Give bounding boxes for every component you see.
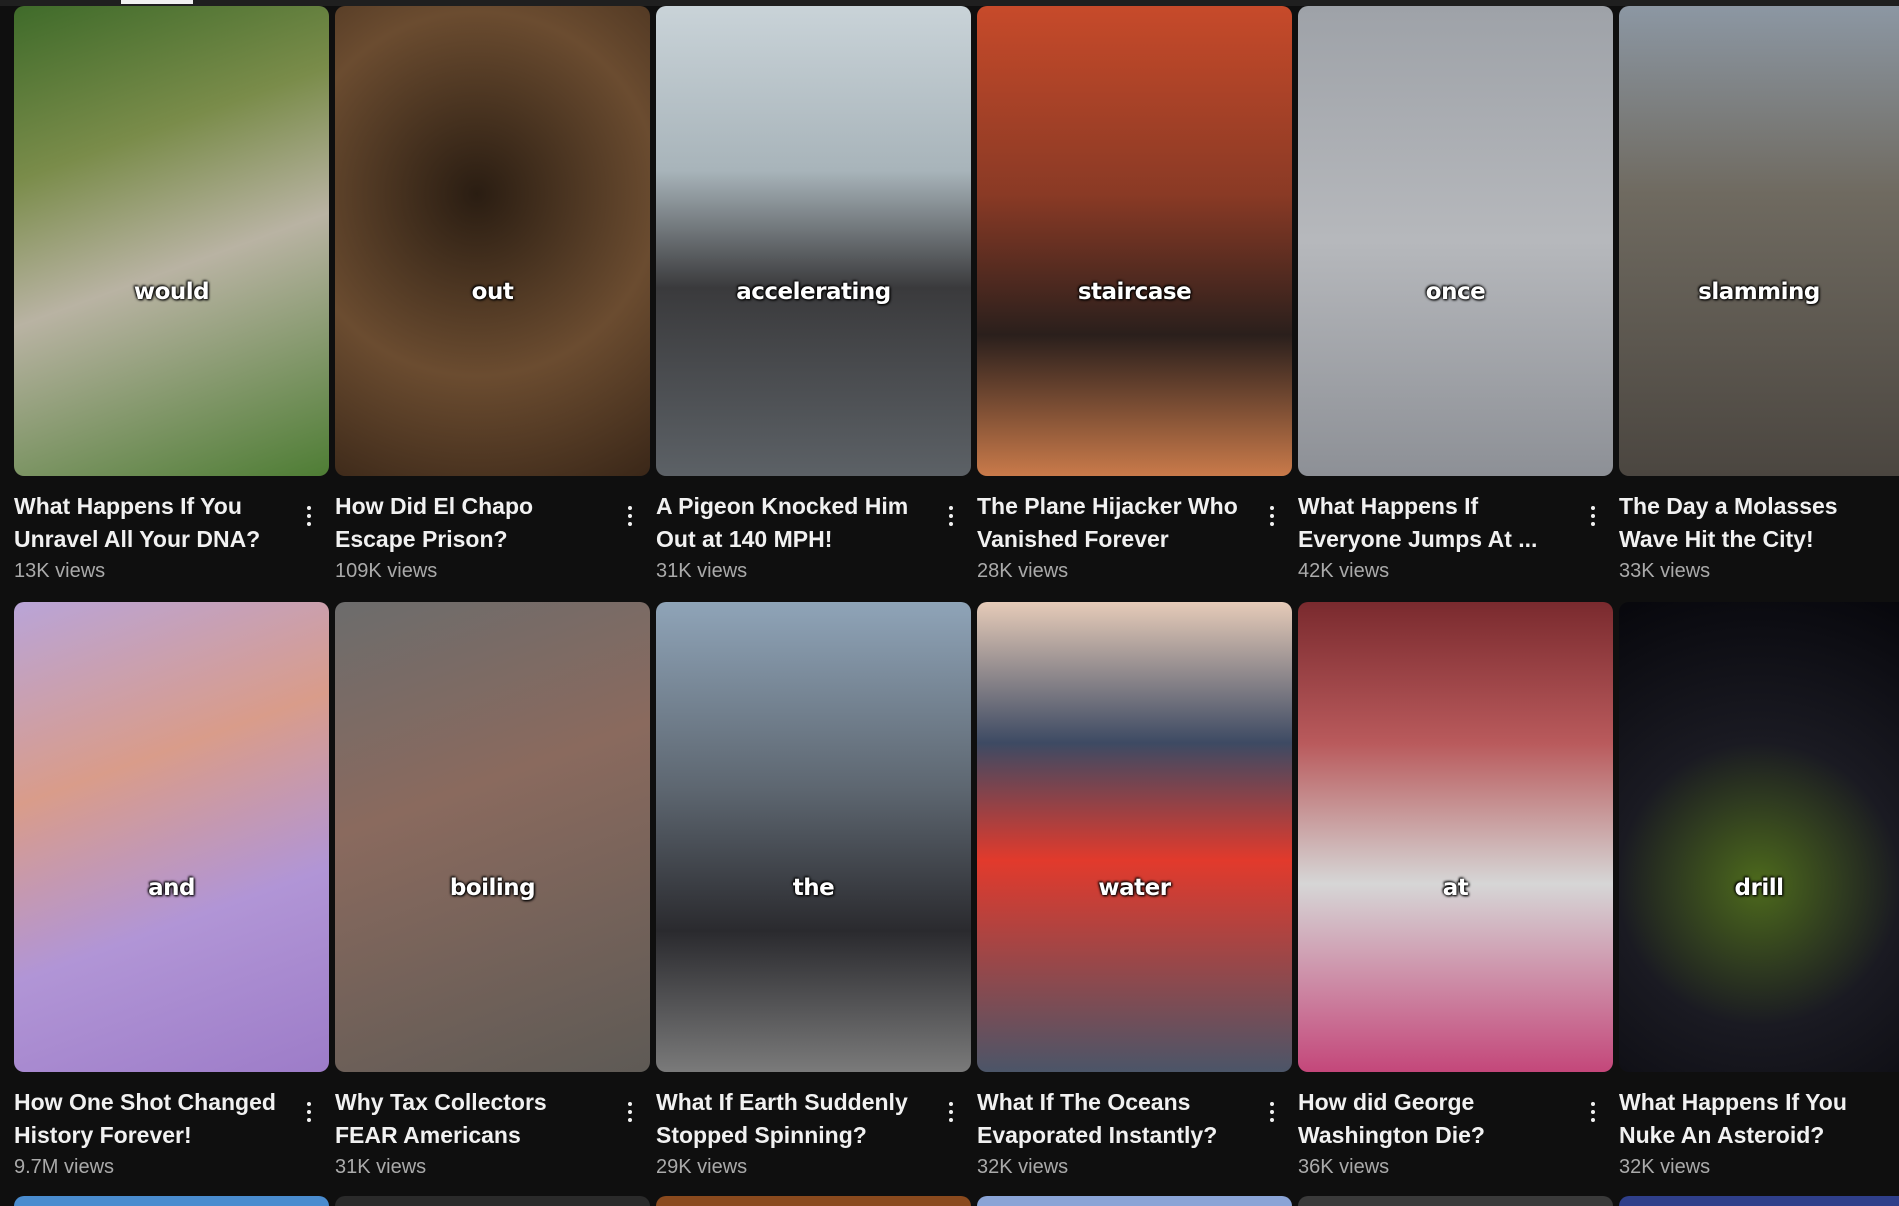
video-card[interactable]: would What Happens If You Unravel All Yo… <box>14 6 329 602</box>
video-thumbnail-partial[interactable] <box>14 1196 329 1206</box>
view-count: 32K views <box>977 1156 1069 1178</box>
video-title[interactable]: What If The Oceans Evaporated Instantly? <box>977 1086 1247 1152</box>
view-count: 32K views <box>1619 1156 1711 1178</box>
view-count: 31K views <box>335 1156 427 1178</box>
more-actions-icon[interactable] <box>1581 1092 1605 1132</box>
video-thumbnail[interactable]: staircase <box>977 6 1292 476</box>
video-meta: The Plane Hijacker Who Vanished Forever … <box>977 476 1292 583</box>
thumbnail-caption: the <box>792 874 835 901</box>
video-thumbnail[interactable]: would <box>14 6 329 476</box>
thumbnail-caption: once <box>1425 278 1486 305</box>
more-actions-icon[interactable] <box>1260 496 1284 536</box>
video-meta: What Happens If You Nuke An Asteroid? 32… <box>1619 1072 1899 1179</box>
video-meta: What If Earth Suddenly Stopped Spinning?… <box>656 1072 971 1179</box>
more-actions-icon[interactable] <box>297 1092 321 1132</box>
video-card[interactable]: boiling Why Tax Collectors FEAR American… <box>335 602 650 1198</box>
more-actions-icon[interactable] <box>939 496 963 536</box>
view-count: 33K views <box>1619 560 1711 582</box>
video-thumbnail[interactable]: slamming <box>1619 6 1899 476</box>
video-meta: What Happens If You Unravel All Your DNA… <box>14 476 329 583</box>
thumbnail-caption: would <box>133 278 210 305</box>
video-title[interactable]: What Happens If You Unravel All Your DNA… <box>14 490 284 556</box>
video-thumbnail[interactable]: the <box>656 602 971 1072</box>
video-title[interactable]: Why Tax Collectors FEAR Americans <box>335 1086 605 1152</box>
view-count: 28K views <box>977 560 1069 582</box>
video-card[interactable]: staircase The Plane Hijacker Who Vanishe… <box>977 6 1292 602</box>
more-actions-icon[interactable] <box>618 1092 642 1132</box>
view-count: 36K views <box>1298 1156 1390 1178</box>
video-meta: How did George Washington Die? 36K views <box>1298 1072 1613 1179</box>
video-title[interactable]: The Day a Molasses Wave Hit the City! <box>1619 490 1889 556</box>
more-actions-icon[interactable] <box>297 496 321 536</box>
video-card[interactable]: at How did George Washington Die? 36K vi… <box>1298 602 1613 1198</box>
view-count: 109K views <box>335 560 438 582</box>
video-thumbnail[interactable]: accelerating <box>656 6 971 476</box>
thumbnail-caption: out <box>471 278 514 305</box>
more-actions-icon[interactable] <box>618 496 642 536</box>
video-card[interactable]: once What Happens If Everyone Jumps At .… <box>1298 6 1613 602</box>
thumbnail-caption: water <box>1098 874 1171 901</box>
video-card[interactable]: accelerating A Pigeon Knocked Him Out at… <box>656 6 971 602</box>
video-thumbnail-partial[interactable] <box>335 1196 650 1206</box>
video-meta: What Happens If Everyone Jumps At ... 42… <box>1298 476 1613 583</box>
view-count: 31K views <box>656 560 748 582</box>
thumbnail-caption: boiling <box>449 874 536 901</box>
video-meta: How Did El Chapo Escape Prison? 109K vie… <box>335 476 650 583</box>
video-card[interactable]: the What If Earth Suddenly Stopped Spinn… <box>656 602 971 1198</box>
video-thumbnail[interactable]: drill <box>1619 602 1899 1072</box>
video-thumbnail-partial[interactable] <box>977 1196 1292 1206</box>
video-title[interactable]: The Plane Hijacker Who Vanished Forever <box>977 490 1247 556</box>
view-count: 13K views <box>14 560 106 582</box>
video-card[interactable]: slamming The Day a Molasses Wave Hit the… <box>1619 6 1899 602</box>
video-thumbnail[interactable]: and <box>14 602 329 1072</box>
video-thumbnail-partial[interactable] <box>1298 1196 1613 1206</box>
thumbnail-caption: and <box>148 874 195 901</box>
video-title[interactable]: A Pigeon Knocked Him Out at 140 MPH! <box>656 490 926 556</box>
view-count: 9.7M views <box>14 1156 115 1178</box>
shorts-grid: would What Happens If You Unravel All Yo… <box>14 6 1899 1198</box>
thumbnail-caption: staircase <box>1077 278 1192 305</box>
video-thumbnail[interactable]: boiling <box>335 602 650 1072</box>
thumbnail-caption: at <box>1442 874 1469 901</box>
video-thumbnail[interactable]: water <box>977 602 1292 1072</box>
next-row-thumbnails <box>14 1196 1899 1206</box>
video-thumbnail-partial[interactable] <box>656 1196 971 1206</box>
video-title[interactable]: How did George Washington Die? <box>1298 1086 1568 1152</box>
more-actions-icon[interactable] <box>1260 1092 1284 1132</box>
video-thumbnail-partial[interactable] <box>1619 1196 1899 1206</box>
video-card[interactable]: out How Did El Chapo Escape Prison? 109K… <box>335 6 650 602</box>
video-title[interactable]: What Happens If Everyone Jumps At ... <box>1298 490 1568 556</box>
thumbnail-caption: slamming <box>1698 278 1820 305</box>
video-meta: Why Tax Collectors FEAR Americans 31K vi… <box>335 1072 650 1179</box>
thumbnail-caption: drill <box>1734 874 1784 901</box>
video-card[interactable]: drill What Happens If You Nuke An Astero… <box>1619 602 1899 1198</box>
video-thumbnail[interactable]: once <box>1298 6 1613 476</box>
more-actions-icon[interactable] <box>939 1092 963 1132</box>
video-title[interactable]: How One Shot Changed History Forever! <box>14 1086 284 1152</box>
video-title[interactable]: What Happens If You Nuke An Asteroid? <box>1619 1086 1889 1152</box>
video-meta: The Day a Molasses Wave Hit the City! 33… <box>1619 476 1899 583</box>
video-title[interactable]: What If Earth Suddenly Stopped Spinning? <box>656 1086 926 1152</box>
video-meta: What If The Oceans Evaporated Instantly?… <box>977 1072 1292 1179</box>
thumbnail-caption: accelerating <box>736 278 891 305</box>
view-count: 29K views <box>656 1156 748 1178</box>
active-tab-indicator <box>121 0 193 4</box>
video-card[interactable]: and How One Shot Changed History Forever… <box>14 602 329 1198</box>
more-actions-icon[interactable] <box>1581 496 1605 536</box>
video-title[interactable]: How Did El Chapo Escape Prison? <box>335 490 605 556</box>
video-thumbnail[interactable]: at <box>1298 602 1613 1072</box>
video-thumbnail[interactable]: out <box>335 6 650 476</box>
view-count: 42K views <box>1298 560 1390 582</box>
video-card[interactable]: water What If The Oceans Evaporated Inst… <box>977 602 1292 1198</box>
video-meta: A Pigeon Knocked Him Out at 140 MPH! 31K… <box>656 476 971 583</box>
video-meta: How One Shot Changed History Forever! 9.… <box>14 1072 329 1179</box>
